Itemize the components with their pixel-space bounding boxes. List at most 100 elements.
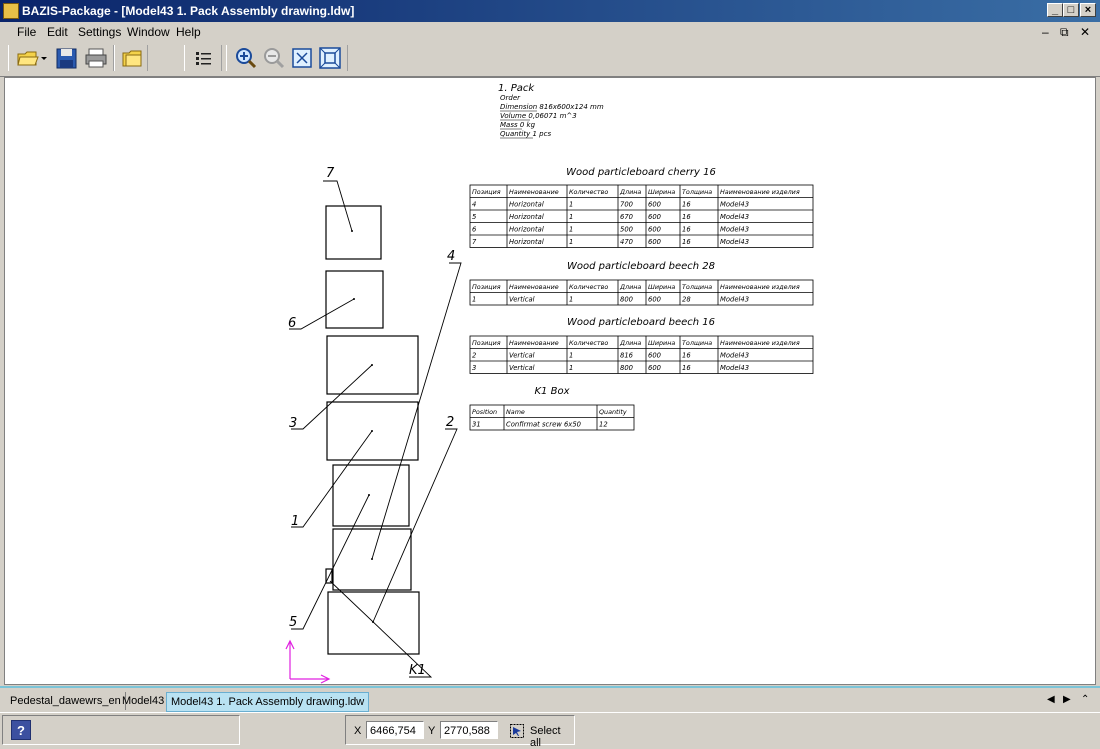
mdi-restore-icon[interactable]: ⧉ bbox=[1060, 25, 1069, 40]
zoom-fit-icon[interactable] bbox=[290, 46, 314, 70]
tab-expand-icon[interactable]: ⌃ bbox=[1081, 694, 1089, 705]
tab-scroll-right-icon[interactable]: ▶ bbox=[1063, 694, 1071, 705]
ucs-axis-icon bbox=[285, 639, 331, 684]
zoom-in-icon[interactable] bbox=[234, 46, 258, 70]
table-header-cell: Ширина bbox=[648, 339, 675, 347]
select-all-label[interactable]: Select all bbox=[530, 725, 574, 749]
folder-icon[interactable] bbox=[120, 46, 144, 70]
table-cell: 700 bbox=[620, 201, 633, 209]
tab-model43[interactable]: Model43 bbox=[118, 692, 170, 710]
save-icon[interactable] bbox=[55, 46, 79, 70]
header-line-quantity: Quantity 1 pcs bbox=[500, 130, 551, 138]
table-header-cell: Ширина bbox=[648, 283, 675, 291]
table-header-cell: Длина bbox=[619, 188, 641, 196]
table-header-cell: Толщина bbox=[682, 339, 712, 347]
table-cell: Horizontal bbox=[509, 201, 544, 209]
table-cell: 600 bbox=[648, 352, 661, 360]
table-header-cell: Позиция bbox=[472, 188, 501, 196]
table-cell: Model43 bbox=[720, 238, 749, 246]
x-coordinate-field[interactable]: 6466,754 bbox=[366, 721, 424, 739]
board-2[interactable] bbox=[327, 591, 420, 655]
callout-6: 6 bbox=[288, 316, 296, 331]
table-cell: 1 bbox=[569, 226, 573, 234]
table-cell: 816 bbox=[620, 352, 634, 360]
print-icon[interactable] bbox=[84, 46, 108, 70]
table-cherry-16: Wood particleboard cherry 16 Позиция Наим… bbox=[469, 167, 814, 248]
minimize-button[interactable]: _ bbox=[1047, 3, 1063, 17]
table-header-cell: Наименование изделия bbox=[720, 283, 800, 291]
zoom-out-icon[interactable] bbox=[262, 46, 286, 70]
table-cell: 600 bbox=[648, 226, 661, 234]
board-stack bbox=[325, 205, 420, 655]
table-header-cell: Длина bbox=[619, 283, 641, 291]
table-cell: 1 bbox=[569, 296, 573, 304]
table-cell: 600 bbox=[648, 213, 661, 221]
callout-1: 1 bbox=[291, 514, 299, 529]
table-cell: Horizontal bbox=[509, 238, 544, 246]
table-cell: 1 bbox=[569, 352, 573, 360]
zoom-window-icon[interactable] bbox=[318, 46, 342, 70]
menu-settings[interactable]: Settings bbox=[78, 25, 121, 39]
table-header-cell: Наименование изделия bbox=[720, 188, 800, 196]
table-cell: Horizontal bbox=[509, 213, 544, 221]
table-cell: 1 bbox=[569, 238, 573, 246]
status-panel-coords: X 6466,754 Y 2770,588 Select all bbox=[345, 715, 575, 749]
document-tabs: Pedestal_dawewrs_en Model43 Model43 1. P… bbox=[0, 686, 1100, 712]
window-title: BAZIS-Package - [Model43 1. Pack Assembl… bbox=[22, 4, 355, 18]
table-header-cell: Ширина bbox=[648, 188, 675, 196]
board-7[interactable] bbox=[325, 205, 382, 260]
table-header-cell: Толщина bbox=[682, 283, 712, 291]
list-icon[interactable] bbox=[192, 46, 216, 70]
table-cell: Model43 bbox=[720, 364, 749, 372]
tab-scroll-left-icon[interactable]: ◀ bbox=[1047, 694, 1055, 705]
header-line-volume: Volume 0,06071 m^3 bbox=[500, 112, 577, 120]
mdi-close-icon[interactable]: ✕ bbox=[1080, 25, 1090, 39]
menu-bar: File Edit Settings Window Help – ⧉ ✕ bbox=[0, 22, 1100, 43]
menu-edit[interactable]: Edit bbox=[47, 25, 68, 39]
table-header-cell: Quantity bbox=[599, 408, 627, 416]
table-cell: 31 bbox=[472, 421, 481, 429]
tab-pedestal[interactable]: Pedestal_dawewrs_en bbox=[6, 692, 126, 710]
table-cell: Confirmat screw 6x50 bbox=[506, 421, 581, 429]
table-cell: 1 bbox=[569, 213, 573, 221]
table-cell: Model43 bbox=[720, 213, 749, 221]
table-cell: 16 bbox=[682, 352, 691, 360]
table-header-cell: Позиция bbox=[472, 339, 501, 347]
table-cell: 600 bbox=[648, 201, 661, 209]
header-line-order: Order bbox=[500, 94, 521, 102]
tab-assembly-drawing[interactable]: Model43 1. Pack Assembly drawing.ldw bbox=[166, 692, 370, 712]
maximize-button[interactable]: □ bbox=[1063, 3, 1079, 17]
y-coordinate-field[interactable]: 2770,588 bbox=[440, 721, 498, 739]
y-label: Y bbox=[428, 725, 436, 737]
table-cell: Model43 bbox=[720, 201, 749, 209]
title-bar: BAZIS-Package - [Model43 1. Pack Assembl… bbox=[0, 0, 1100, 22]
app-icon bbox=[3, 3, 19, 19]
table-title: Wood particleboard cherry 16 bbox=[566, 167, 716, 178]
menu-window[interactable]: Window bbox=[127, 25, 170, 39]
help-icon[interactable]: ? bbox=[11, 720, 31, 740]
menu-file[interactable]: File bbox=[17, 25, 36, 39]
table-header-cell: Толщина bbox=[682, 188, 712, 196]
assembly-drawing: 1. Pack Order Dimension 816x600x124 mm V… bbox=[285, 83, 814, 684]
table-cell: Horizontal bbox=[509, 226, 544, 234]
close-button[interactable]: × bbox=[1080, 3, 1096, 17]
table-cell: 7 bbox=[472, 238, 477, 246]
table-cell: 16 bbox=[682, 201, 691, 209]
toolbar bbox=[0, 42, 1100, 77]
leader-lines bbox=[289, 180, 462, 678]
mdi-minimize-icon[interactable]: – bbox=[1042, 25, 1049, 39]
table-cell: 670 bbox=[620, 213, 633, 221]
menu-help[interactable]: Help bbox=[176, 25, 201, 39]
x-label: X bbox=[354, 725, 362, 737]
table-header-cell: Наименование bbox=[509, 188, 559, 196]
table-cell: 12 bbox=[599, 421, 608, 429]
part-center-dots bbox=[351, 230, 374, 623]
open-folder-icon[interactable] bbox=[16, 46, 40, 70]
table-cell: 6 bbox=[472, 226, 477, 234]
table-cell: 2 bbox=[472, 352, 476, 360]
table-header-cell: Количество bbox=[569, 188, 608, 196]
header-line-dimension: Dimension 816x600x124 mm bbox=[500, 103, 604, 111]
table-header-cell: Наименование bbox=[509, 339, 559, 347]
select-cursor-icon[interactable] bbox=[510, 724, 524, 738]
drawing-canvas[interactable]: 1. Pack Order Dimension 816x600x124 mm V… bbox=[4, 77, 1096, 685]
